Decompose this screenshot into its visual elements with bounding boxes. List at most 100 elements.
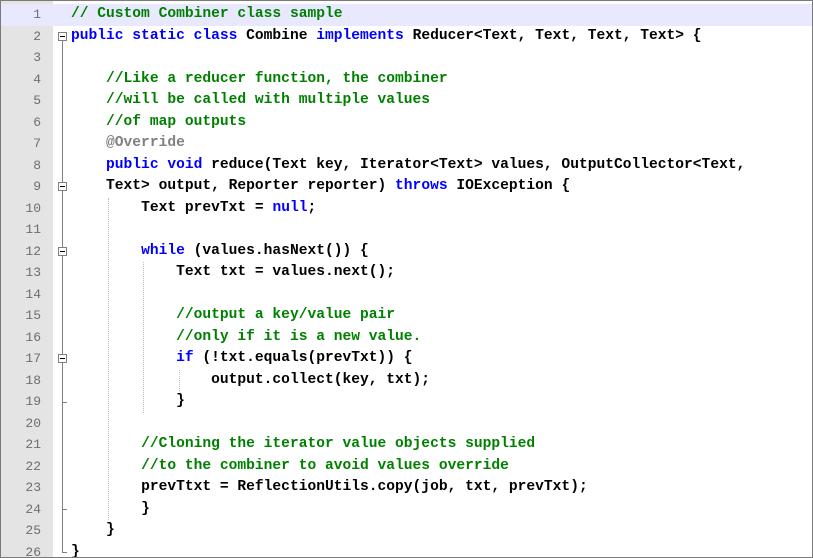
code-text: @Override	[71, 133, 185, 155]
code-text: Text> output, Reporter reporter) throws …	[71, 176, 570, 198]
code-text: //only if it is a new value.	[71, 327, 421, 349]
code-token: IOException {	[456, 178, 571, 194]
code-token: //of map outputs	[106, 113, 247, 130]
code-token: //Like a reducer function, the combiner	[106, 70, 448, 87]
code-line[interactable]: 6 //of map outputs	[1, 112, 812, 134]
line-number: 10	[25, 200, 41, 216]
line-number: 1	[33, 7, 41, 22]
line-number: 6	[33, 114, 41, 130]
code-line[interactable]: 18 output.collect(key, txt);	[1, 370, 812, 392]
line-number: 19	[25, 394, 41, 409]
code-token: }	[71, 543, 80, 558]
indent-guide	[178, 369, 180, 391]
line-number: 20	[25, 415, 41, 431]
code-line[interactable]: 3	[1, 47, 812, 69]
code-line[interactable]: 14	[1, 284, 812, 306]
code-token: }	[106, 522, 115, 538]
line-number: 11	[25, 222, 41, 237]
line-number: 8	[33, 157, 41, 173]
code-line[interactable]: 16 //only if it is a new value.	[1, 327, 812, 349]
code-token: //output a key/value pair	[176, 307, 396, 323]
code-line[interactable]: 19 }	[1, 391, 812, 413]
code-token: //Cloning the iterator value objects sup…	[141, 436, 536, 452]
code-line[interactable]: 26}	[1, 542, 812, 558]
code-editor[interactable]: 1 // Custom Combiner class sample 2 public …	[0, 0, 813, 558]
line-number: 26	[25, 544, 41, 558]
line-number: 2	[33, 28, 41, 44]
code-text: //output a key/value pair	[71, 305, 395, 327]
code-text: // Custom Combiner class sample	[71, 4, 343, 26]
code-token: throws	[395, 178, 457, 194]
fold-toggle-icon[interactable]	[58, 246, 67, 256]
code-text: //Cloning the iterator value objects sup…	[71, 434, 535, 456]
code-line[interactable]: 11	[1, 219, 812, 241]
code-line[interactable]: 24 }	[1, 499, 812, 521]
code-text: output.collect(key, txt);	[71, 370, 430, 392]
line-number: 5	[33, 93, 41, 108]
fold-toggle-icon[interactable]	[58, 31, 67, 41]
code-text: }	[71, 499, 150, 521]
code-line[interactable]: 12 while (values.hasNext()) {	[1, 241, 812, 263]
code-text: Text txt = values.next();	[71, 262, 395, 284]
code-text: //of map outputs	[71, 112, 246, 134]
code-line[interactable]: 2 public static class Combine implements …	[1, 26, 812, 48]
code-line[interactable]: 17 if (!txt.equals(prevTxt)) {	[1, 348, 812, 370]
code-text: //Like a reducer function, the combiner	[71, 69, 448, 91]
code-line[interactable]: 20	[1, 413, 812, 435]
code-token: Text prevTxt =	[141, 199, 273, 216]
line-number: 15	[25, 308, 41, 323]
code-line[interactable]: 4 //Like a reducer function, the combine…	[1, 69, 812, 91]
code-line[interactable]: 1 // Custom Combiner class sample	[1, 4, 812, 26]
code-text: if (!txt.equals(prevTxt)) {	[71, 348, 413, 370]
code-token: if	[176, 350, 203, 366]
code-text: }	[71, 520, 115, 542]
code-line[interactable]: 9 Text> output, Reporter reporter) throw…	[1, 176, 812, 198]
code-line[interactable]: 15 //output a key/value pair	[1, 305, 812, 327]
line-number: 16	[25, 329, 41, 345]
code-line[interactable]: 7 @Override	[1, 133, 812, 155]
code-token: ;	[307, 199, 317, 216]
code-text: prevTtxt = ReflectionUtils.copy(job, txt…	[71, 477, 588, 499]
code-line[interactable]: 25 }	[1, 520, 812, 542]
code-token: //to the combiner to avoid values overri…	[141, 457, 509, 474]
code-line[interactable]: 10 Text prevTxt = null;	[1, 198, 812, 220]
code-token: public static class	[71, 27, 247, 44]
line-number: 21	[25, 437, 41, 452]
code-line[interactable]: 22 //to the combiner to avoid values ove…	[1, 456, 812, 478]
code-text: }	[71, 542, 80, 558]
line-number: 13	[25, 265, 41, 280]
code-token: Text txt = values.next();	[176, 264, 396, 280]
code-line[interactable]: 13 Text txt = values.next();	[1, 262, 812, 284]
line-number: 22	[25, 458, 41, 474]
code-text: //will be called with multiple values	[71, 90, 430, 112]
code-token: }	[141, 500, 150, 517]
fold-end-marker	[62, 509, 67, 511]
code-text: while (values.hasNext()) {	[71, 241, 369, 263]
code-token: (!txt.equals(prevTxt)) {	[202, 350, 413, 366]
line-number: 3	[33, 50, 41, 65]
line-number: 4	[33, 71, 41, 87]
fold-end-marker	[62, 552, 67, 554]
fold-toggle-icon[interactable]	[58, 354, 67, 364]
code-token: @Override	[106, 135, 185, 151]
code-line[interactable]: 5 //will be called with multiple values	[1, 90, 812, 112]
code-line[interactable]: 23 prevTtxt = ReflectionUtils.copy(job, …	[1, 477, 812, 499]
code-token: }	[176, 393, 185, 409]
code-token: Reducer<Text, Text, Text, Text> {	[412, 27, 702, 44]
line-number: 12	[25, 243, 41, 259]
code-line[interactable]: 21 //Cloning the iterator value objects …	[1, 434, 812, 456]
fold-toggle-icon[interactable]	[58, 182, 67, 192]
line-number: 25	[25, 523, 41, 538]
indent-guide	[143, 262, 145, 413]
line-number: 9	[33, 179, 41, 194]
code-token: Text> output, Reporter reporter)	[106, 178, 396, 194]
code-token: (values.hasNext()) {	[193, 242, 369, 259]
code-text: }	[71, 391, 185, 413]
code-token: output.collect(key, txt);	[211, 371, 431, 388]
code-token: Combine	[246, 27, 317, 44]
line-number: 24	[25, 501, 41, 517]
fold-end-marker	[62, 401, 67, 403]
code-line[interactable]: 8 public void reduce(Text key, Iterator<…	[1, 155, 812, 177]
line-number: 23	[25, 480, 41, 495]
line-number: 14	[25, 286, 41, 302]
